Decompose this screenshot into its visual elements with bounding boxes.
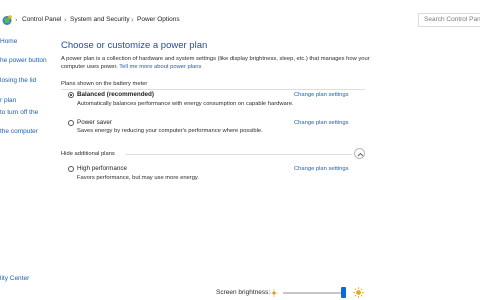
brightness-slider-thumb[interactable]	[340, 287, 346, 298]
sidebar-item-closing-lid[interactable]: losing the lid	[0, 76, 36, 86]
radio-balanced[interactable]	[68, 92, 74, 98]
breadcrumb-separator: ›	[64, 16, 67, 24]
page-title: Choose or customize a power plan	[61, 40, 208, 51]
radio-power-saver[interactable]	[68, 120, 74, 126]
sidebar-item-mobility-center[interactable]: lity Center	[0, 274, 29, 284]
sun-small-icon	[270, 289, 278, 297]
sidebar-item-home[interactable]: Home	[0, 37, 17, 47]
breadcrumb-power-options[interactable]: Power Options	[137, 15, 180, 25]
breadcrumb-control-panel[interactable]: Control Panel	[22, 15, 61, 25]
sidebar-item-sleep[interactable]: the computer	[0, 127, 38, 137]
plan-name[interactable]: Balanced (recommended)	[77, 91, 154, 99]
brightness-slider-track[interactable]	[283, 292, 345, 294]
hide-plans-label[interactable]: Hide additional plans	[61, 150, 115, 158]
breadcrumb-separator: ›	[15, 16, 18, 24]
section-label: Plans shown on the battery meter	[61, 81, 148, 87]
brightness-label: Screen brightness:	[216, 289, 271, 296]
change-plan-settings-link[interactable]: Change plan settings	[294, 91, 348, 99]
control-panel-icon	[2, 15, 12, 25]
chevron-up-icon	[357, 152, 364, 157]
address-bar[interactable]: › Control Panel › System and Security › …	[0, 10, 480, 30]
breadcrumb-separator: ›	[131, 16, 134, 24]
plan-description: Saves energy by reducing your computer's…	[77, 128, 263, 134]
collapse-button[interactable]	[354, 148, 365, 159]
tell-me-more-link[interactable]: Tell me more about power plans	[119, 64, 201, 70]
breadcrumb-system-security[interactable]: System and Security	[70, 15, 130, 25]
search-input[interactable]: Search Control Panel	[418, 13, 480, 27]
plan-description: Favors performance, but may use more ene…	[77, 175, 200, 181]
plan-name[interactable]: High performance	[77, 165, 127, 173]
plan-name[interactable]: Power saver	[77, 119, 112, 127]
divider	[61, 89, 365, 90]
divider	[126, 154, 352, 155]
radio-high-performance[interactable]	[68, 166, 74, 172]
change-plan-settings-link[interactable]: Change plan settings	[294, 165, 348, 173]
change-plan-settings-link[interactable]: Change plan settings	[294, 119, 348, 127]
sidebar-item-display-off[interactable]: to turn off the	[0, 108, 38, 118]
plan-description: Automatically balances performance with …	[77, 101, 294, 107]
intro-text: A power plan is a collection of hardware…	[61, 56, 371, 71]
sun-large-icon	[353, 287, 364, 298]
sidebar-item-power-button[interactable]: he power button	[0, 56, 47, 66]
sidebar-item-create-plan[interactable]: r plan	[0, 96, 16, 106]
intro-description: A power plan is a collection of hardware…	[61, 56, 370, 70]
